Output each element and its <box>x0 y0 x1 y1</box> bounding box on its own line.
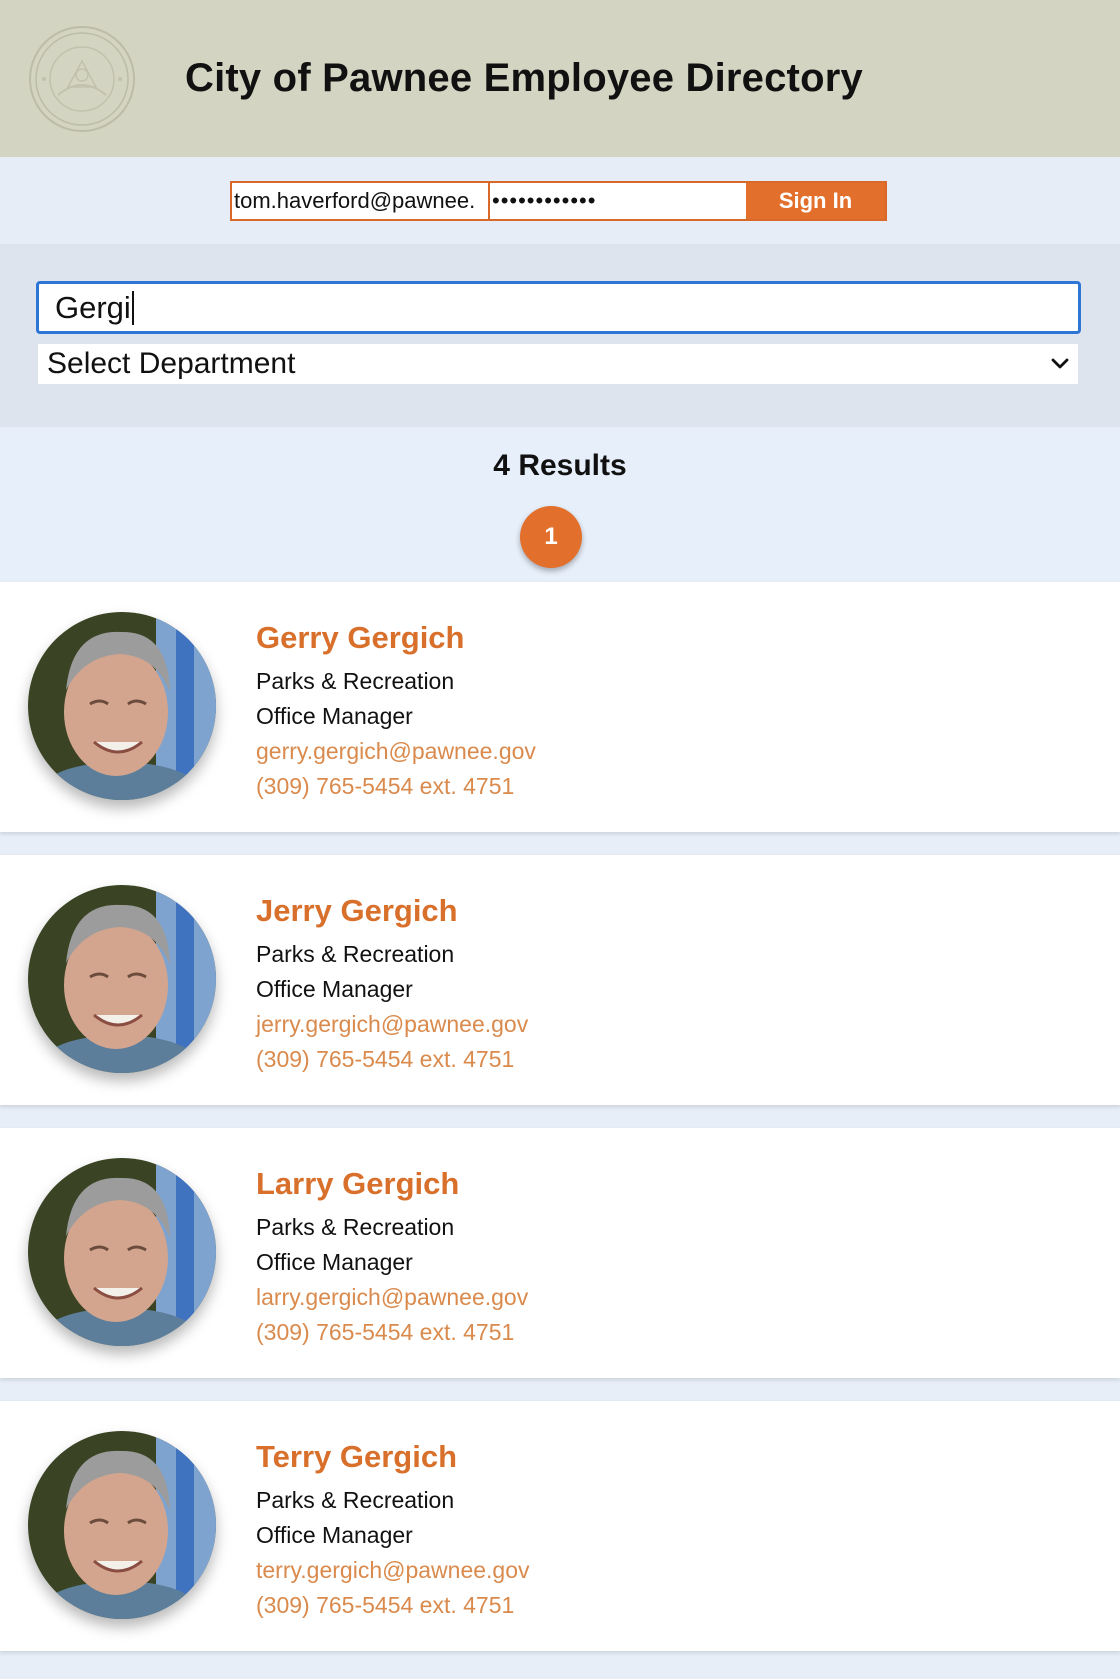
pagination-page-1[interactable]: 1 <box>520 506 582 568</box>
employee-name: Terry Gergich <box>256 1439 458 1474</box>
sign-in-button[interactable]: Sign In <box>746 183 885 219</box>
password-field[interactable]: •••••••••••• <box>490 183 746 219</box>
employee-avatar <box>28 612 216 800</box>
employee-title: Office Manager <box>256 1522 413 1548</box>
employee-department: Parks & Recreation <box>256 1487 455 1513</box>
signin-bar: tom.haverford@pawnee. •••••••••••• Sign … <box>0 157 1120 244</box>
employee-title: Office Manager <box>256 703 413 729</box>
department-select-value: Select Department <box>47 347 296 380</box>
search-query-text: Gergi <box>55 289 131 325</box>
employee-phone-link[interactable]: (309) 765-5454 ext. 4751 <box>256 1046 514 1073</box>
search-panel: Gergi Select Department <box>0 244 1120 427</box>
employee-name: Jerry Gergich <box>256 893 458 928</box>
employee-email-link[interactable]: terry.gergich@pawnee.gov <box>256 1557 530 1584</box>
city-seal-logo <box>29 26 135 132</box>
employee-title: Office Manager <box>256 1249 413 1275</box>
employee-name: Larry Gergich <box>256 1166 460 1201</box>
employee-card[interactable]: Jerry Gergich Parks & Recreation Office … <box>0 855 1120 1105</box>
employee-avatar <box>28 1158 216 1346</box>
employee-phone-link[interactable]: (309) 765-5454 ext. 4751 <box>256 1592 514 1619</box>
employee-phone-link[interactable]: (309) 765-5454 ext. 4751 <box>256 1319 514 1346</box>
employee-card[interactable]: Gerry Gergich Parks & Recreation Office … <box>0 582 1120 832</box>
employee-card[interactable]: Terry Gergich Parks & Recreation Office … <box>0 1401 1120 1651</box>
signin-form: tom.haverford@pawnee. •••••••••••• Sign … <box>230 181 887 221</box>
employee-avatar <box>28 1431 216 1619</box>
employee-email-link[interactable]: larry.gergich@pawnee.gov <box>256 1284 528 1311</box>
employee-avatar <box>28 885 216 1073</box>
employee-email-link[interactable]: gerry.gergich@pawnee.gov <box>256 738 536 765</box>
employee-department: Parks & Recreation <box>256 668 455 694</box>
results-summary: 4 Results 1 <box>0 427 1120 582</box>
employee-email-link[interactable]: jerry.gergich@pawnee.gov <box>256 1011 528 1038</box>
page-header: City of Pawnee Employee Directory <box>0 0 1120 157</box>
employee-card[interactable]: Larry Gergich Parks & Recreation Office … <box>0 1128 1120 1378</box>
employee-title: Office Manager <box>256 976 413 1002</box>
text-caret <box>131 290 134 325</box>
employee-name: Gerry Gergich <box>256 620 465 655</box>
page-title: City of Pawnee Employee Directory <box>185 56 863 100</box>
email-field[interactable]: tom.haverford@pawnee. <box>232 183 490 219</box>
employee-department: Parks & Recreation <box>256 1214 455 1240</box>
chevron-down-icon <box>1051 358 1069 369</box>
employee-department: Parks & Recreation <box>256 941 455 967</box>
search-input[interactable]: Gergi <box>36 281 1081 334</box>
department-select[interactable]: Select Department <box>38 344 1078 384</box>
employee-phone-link[interactable]: (309) 765-5454 ext. 4751 <box>256 773 514 800</box>
results-count: 4 Results <box>493 449 627 482</box>
